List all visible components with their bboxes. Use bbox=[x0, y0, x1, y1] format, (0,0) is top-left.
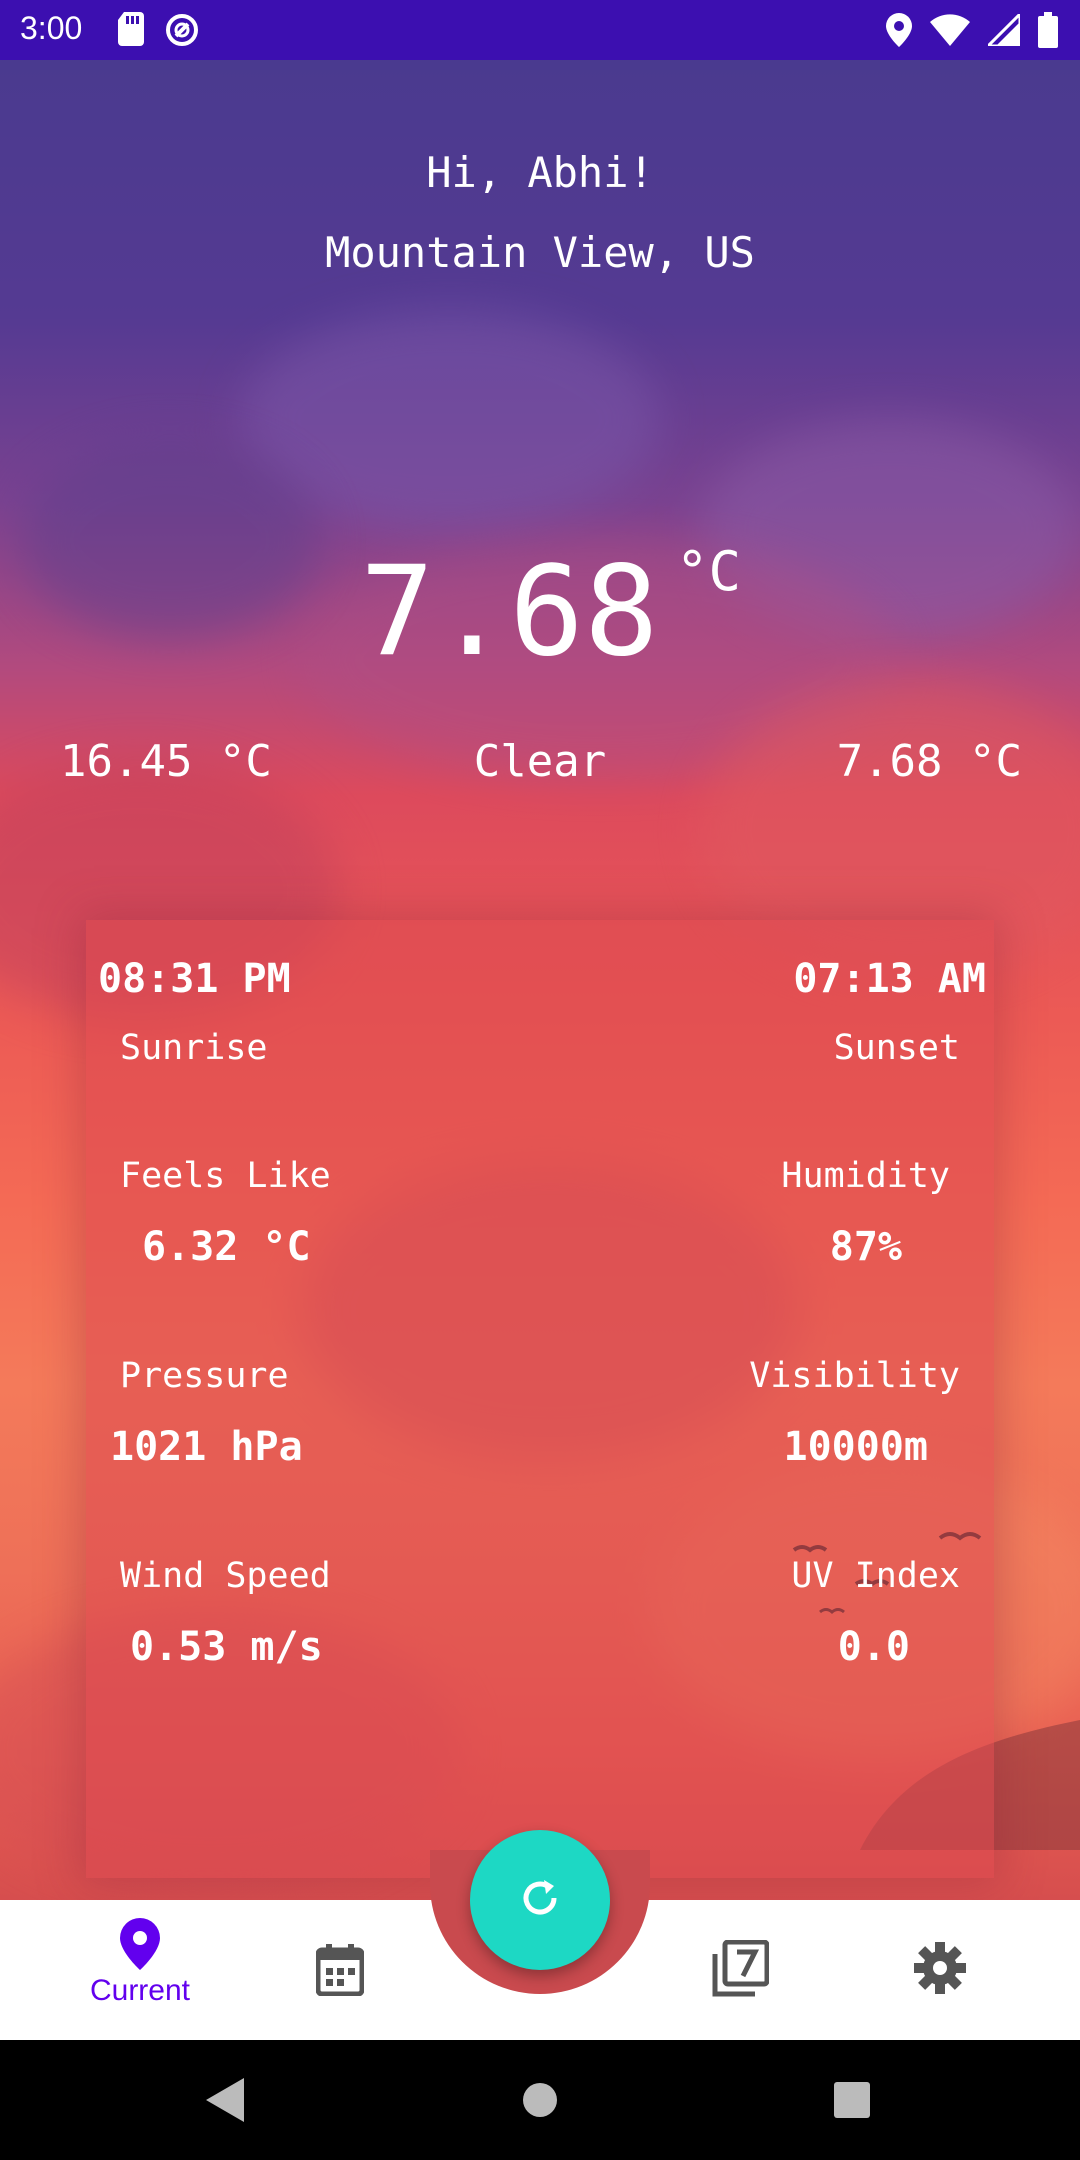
recents-icon[interactable] bbox=[832, 2078, 872, 2126]
current-temperature: 7.68 bbox=[360, 540, 659, 684]
uv-index-value: 0.0 bbox=[837, 1624, 910, 1670]
weather-details-card: 08:31 PM Sunrise 07:13 AM Sunset Feels L… bbox=[86, 920, 994, 1878]
pressure-value: 1021 hPa bbox=[110, 1424, 303, 1470]
visibility-label: Visibility bbox=[749, 1356, 960, 1396]
sunrise-time: 08:31 PM bbox=[98, 956, 291, 1002]
feels-like-value: 6.32 °C bbox=[142, 1224, 311, 1270]
temperature-unit: °C bbox=[676, 540, 742, 603]
sd-card-icon bbox=[118, 12, 146, 48]
status-time: 3:00 bbox=[20, 10, 83, 46]
location-text: Mountain View, US bbox=[325, 228, 755, 277]
humidity-label: Humidity bbox=[781, 1156, 950, 1196]
wifi-icon bbox=[930, 14, 970, 46]
wind-speed-value: 0.53 m/s bbox=[130, 1624, 323, 1670]
wind-speed-label: Wind Speed bbox=[120, 1556, 331, 1596]
data-saver-icon bbox=[164, 12, 200, 48]
nav-item-settings[interactable] bbox=[870, 1918, 1010, 2028]
nav-label-current: Current bbox=[89, 1974, 191, 2007]
home-icon[interactable] bbox=[522, 2078, 558, 2126]
settings-icon bbox=[870, 1942, 1010, 1994]
refresh-icon bbox=[516, 1874, 564, 1926]
calendar-icon bbox=[270, 1944, 410, 1996]
status-bar: 3:00 bbox=[0, 0, 1080, 60]
location-pin-icon bbox=[70, 1918, 210, 1970]
nav-item-seven-day[interactable] bbox=[670, 1918, 810, 2028]
feels-like-label: Feels Like bbox=[120, 1156, 331, 1196]
sunset-label: Sunset bbox=[833, 1028, 960, 1068]
pressure-label: Pressure bbox=[120, 1356, 289, 1396]
min-temperature: 7.68 °C bbox=[836, 736, 1022, 787]
sunrise-label: Sunrise bbox=[120, 1028, 268, 1068]
battery-icon bbox=[1038, 12, 1058, 48]
location-icon bbox=[886, 13, 912, 47]
system-navigation-bar bbox=[0, 2040, 1080, 2160]
sunset-time: 07:13 AM bbox=[793, 956, 986, 1002]
signal-icon bbox=[988, 14, 1020, 46]
refresh-button[interactable] bbox=[470, 1830, 610, 1970]
nav-item-calendar[interactable] bbox=[270, 1918, 410, 2028]
greeting-text: Hi, Abhi! bbox=[426, 148, 654, 197]
back-icon[interactable] bbox=[206, 2078, 244, 2126]
uv-index-label: UV Index bbox=[791, 1556, 960, 1596]
seven-day-icon bbox=[670, 1940, 810, 1998]
visibility-value: 10000m bbox=[783, 1424, 929, 1470]
humidity-value: 87% bbox=[829, 1224, 902, 1270]
nav-item-current[interactable]: Current bbox=[70, 1918, 210, 2028]
